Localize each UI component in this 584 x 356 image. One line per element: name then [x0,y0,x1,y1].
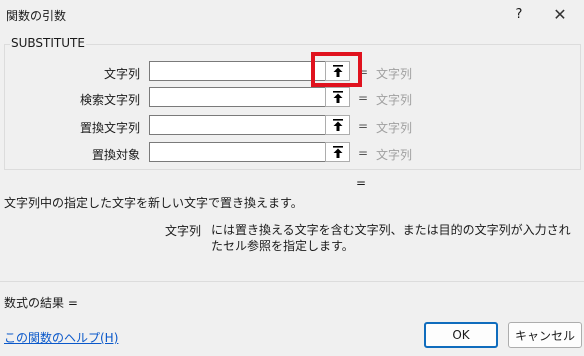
help-icon[interactable]: ? [508,4,530,26]
collapse-dialog-arrow-icon [332,119,343,131]
function-name: SUBSTITUTE [10,36,86,50]
formula-result: 数式の結果 = [4,296,78,310]
highlight-box [311,52,362,87]
arg-input-instance[interactable] [149,142,350,162]
arg-description-name: 文字列 [165,224,202,238]
arg-label-text: 文字列 [103,67,140,81]
cancel-button[interactable]: キャンセル [508,322,582,348]
arg-hint: 文字列 [376,121,413,135]
arg-equals: = [358,91,369,105]
function-result-equals: = [356,176,367,190]
arg-label-instance: 置換対象 [91,148,140,162]
arg-equals: = [358,119,369,133]
arg-description-text: には置き換える文字を含む文字列、または目的の文字列が入力されたセル参照を指定しま… [211,223,571,253]
arg-input-search[interactable] [149,87,350,107]
function-description: 文字列中の指定した文字を新しい文字で置き換えます。 [4,196,303,210]
ref-button-instance[interactable] [325,142,350,162]
arg-input-replace[interactable] [149,115,350,135]
title-bar: 関数の引数 ? ✕ [0,0,584,30]
function-help-link[interactable]: この関数のヘルプ(H) [4,329,118,346]
dialog-title: 関数の引数 [6,9,67,23]
arg-label-replace: 置換文字列 [79,121,140,135]
close-icon[interactable]: ✕ [543,3,577,27]
arg-hint: 文字列 [376,93,413,107]
arg-label-search: 検索文字列 [79,93,140,107]
arg-hint: 文字列 [376,67,413,81]
arg-hint: 文字列 [376,148,413,162]
ok-button[interactable]: OK [424,322,498,348]
divider [0,281,584,282]
arg-equals: = [358,146,369,160]
collapse-dialog-arrow-icon [332,91,343,103]
ref-button-replace[interactable] [325,115,350,135]
ref-button-search[interactable] [325,87,350,107]
collapse-dialog-arrow-icon [332,146,343,158]
